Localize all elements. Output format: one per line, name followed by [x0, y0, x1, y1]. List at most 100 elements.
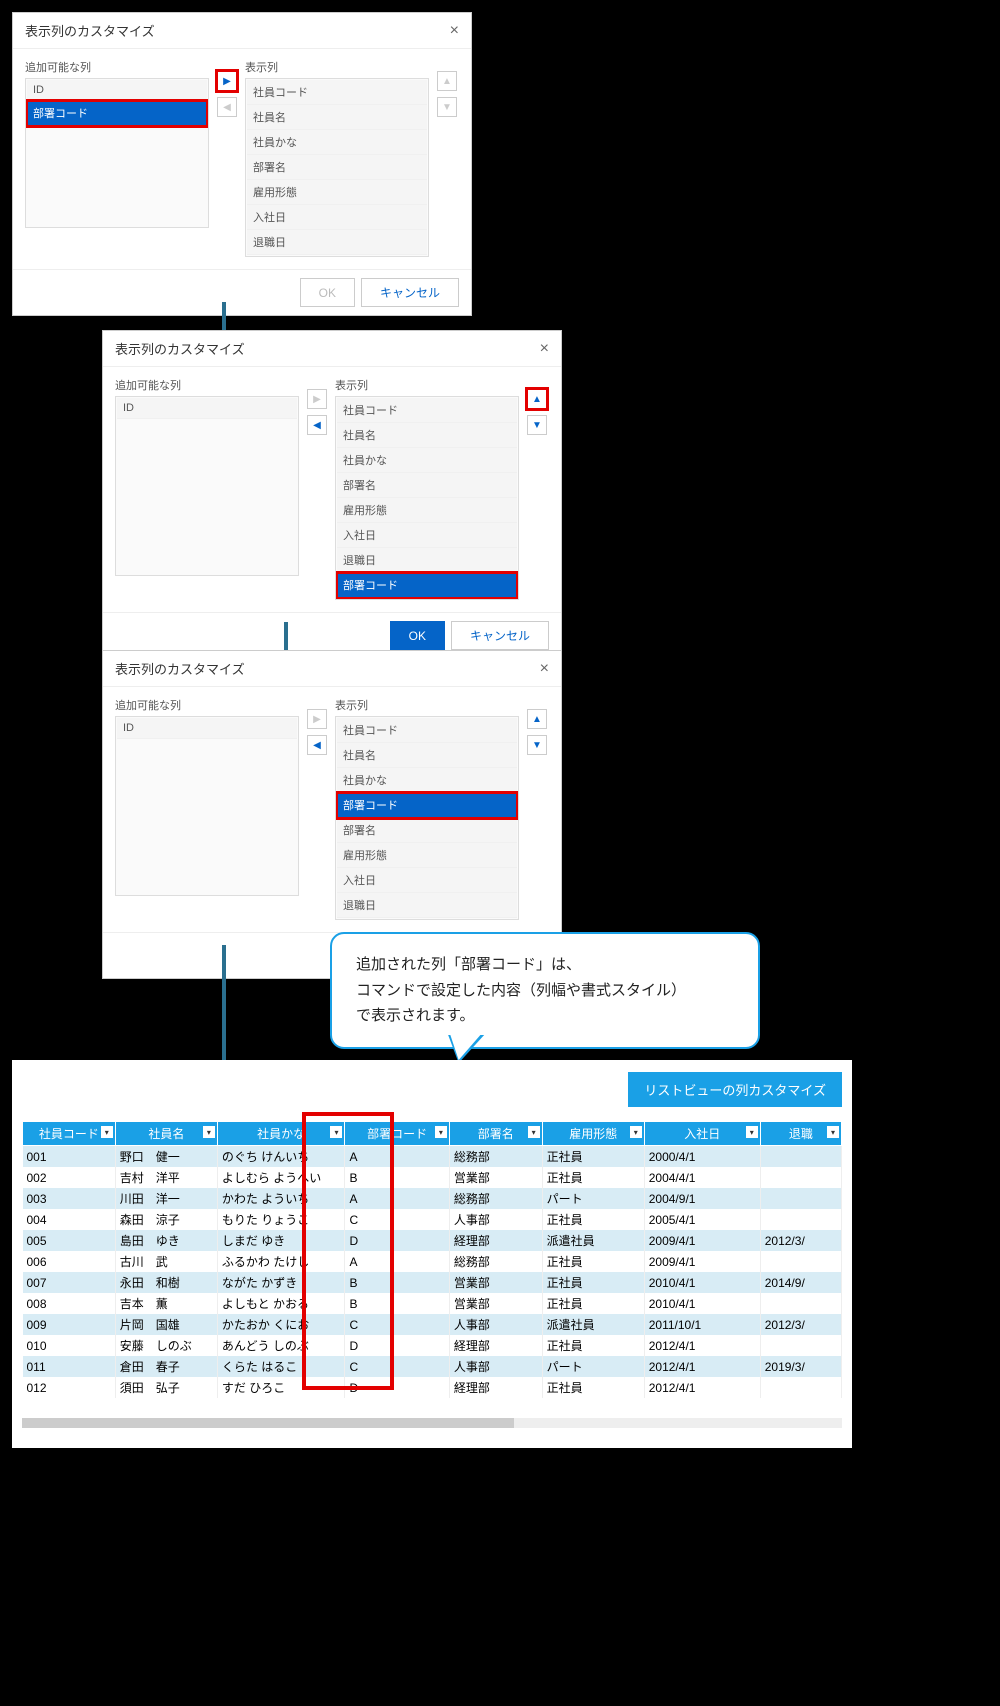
displayed-list[interactable]: 社員コード社員名社員かな部署名雇用形態入社日退職日部署コード: [335, 396, 519, 600]
filter-dropdown-icon[interactable]: ▾: [827, 1126, 839, 1138]
column-header[interactable]: 部署コード▾: [345, 1122, 449, 1146]
list-item[interactable]: ID: [27, 80, 207, 101]
table-row[interactable]: 004森田 涼子もりた りょうこC人事部正社員2005/4/1: [23, 1209, 842, 1230]
table-row[interactable]: 011倉田 春子くらた はるこC人事部パート2012/4/12019/3/: [23, 1356, 842, 1377]
cell: B: [345, 1293, 449, 1314]
horizontal-scrollbar[interactable]: [22, 1418, 842, 1428]
displayed-list[interactable]: 社員コード社員名社員かな部署名雇用形態入社日退職日: [245, 78, 429, 257]
available-list[interactable]: ID部署コード: [25, 78, 209, 228]
table-row[interactable]: 001野口 健一のぐち けんいちA総務部正社員2000/4/1: [23, 1146, 842, 1168]
list-item[interactable]: 社員かな: [337, 448, 517, 473]
list-item[interactable]: 部署コード: [337, 573, 517, 598]
cell: [760, 1251, 841, 1272]
close-icon[interactable]: ×: [540, 340, 549, 358]
list-item[interactable]: 雇用形態: [337, 498, 517, 523]
cancel-button[interactable]: キャンセル: [361, 278, 459, 307]
dialog-title: 表示列のカスタマイズ: [115, 659, 245, 678]
displayed-list[interactable]: 社員コード社員名社員かな部署コード部署名雇用形態入社日退職日: [335, 716, 519, 920]
table-row[interactable]: 009片岡 国雄かたおか くにおC人事部派遣社員2011/10/12012/3/: [23, 1314, 842, 1335]
customize-dialog-3: 表示列のカスタマイズ × 追加可能な列 ID ▶ ◀ 表示列 社員コード社員名社…: [102, 650, 562, 979]
list-item[interactable]: ID: [117, 718, 297, 739]
list-item[interactable]: 部署名: [247, 155, 427, 180]
list-item[interactable]: 社員名: [247, 105, 427, 130]
list-item[interactable]: 部署コード: [27, 101, 207, 126]
displayed-label: 表示列: [335, 697, 519, 713]
filter-dropdown-icon[interactable]: ▾: [528, 1126, 540, 1138]
cell: D: [345, 1335, 449, 1356]
filter-dropdown-icon[interactable]: ▾: [746, 1126, 758, 1138]
column-header[interactable]: 入社日▾: [644, 1122, 760, 1146]
filter-dropdown-icon[interactable]: ▾: [630, 1126, 642, 1138]
list-item[interactable]: 社員名: [337, 743, 517, 768]
list-item[interactable]: ID: [117, 398, 297, 419]
table-row[interactable]: 003川田 洋一かわた よういちA総務部パート2004/9/1: [23, 1188, 842, 1209]
move-down-icon[interactable]: ▼: [437, 97, 457, 117]
remove-icon[interactable]: ◀: [217, 97, 237, 117]
list-item[interactable]: 社員かな: [247, 130, 427, 155]
add-icon[interactable]: ▶: [307, 389, 327, 409]
move-down-icon[interactable]: ▼: [527, 415, 547, 435]
cell: 総務部: [449, 1188, 542, 1209]
list-item[interactable]: 雇用形態: [337, 843, 517, 868]
filter-dropdown-icon[interactable]: ▾: [435, 1126, 447, 1138]
close-icon[interactable]: ×: [540, 660, 549, 678]
dialog-title: 表示列のカスタマイズ: [25, 21, 155, 40]
table-row[interactable]: 008吉本 薫よしもと かおるB営業部正社員2010/4/1: [23, 1293, 842, 1314]
list-item[interactable]: 部署名: [337, 818, 517, 843]
column-header[interactable]: 退職▾: [760, 1122, 841, 1146]
cell: 営業部: [449, 1272, 542, 1293]
move-down-icon[interactable]: ▼: [527, 735, 547, 755]
move-up-icon[interactable]: ▲: [527, 389, 547, 409]
list-item[interactable]: 社員名: [337, 423, 517, 448]
table-row[interactable]: 006古川 武ふるかわ たけしA総務部正社員2009/4/1: [23, 1251, 842, 1272]
list-item[interactable]: 社員コード: [337, 718, 517, 743]
table-row[interactable]: 002吉村 洋平よしむら ようへいB営業部正社員2004/4/1: [23, 1167, 842, 1188]
cell: 須田 弘子: [115, 1377, 217, 1398]
remove-icon[interactable]: ◀: [307, 735, 327, 755]
filter-dropdown-icon[interactable]: ▾: [330, 1126, 342, 1138]
column-header[interactable]: 雇用形態▾: [542, 1122, 644, 1146]
move-up-icon[interactable]: ▲: [527, 709, 547, 729]
cancel-button[interactable]: キャンセル: [451, 621, 549, 650]
add-icon[interactable]: ▶: [217, 71, 237, 91]
list-item[interactable]: 社員コード: [337, 398, 517, 423]
column-header[interactable]: 社員コード▾: [23, 1122, 116, 1146]
ok-button[interactable]: OK: [390, 621, 445, 650]
cell: 2012/4/1: [644, 1335, 760, 1356]
list-item[interactable]: 雇用形態: [247, 180, 427, 205]
list-item[interactable]: 入社日: [337, 523, 517, 548]
list-item[interactable]: 入社日: [337, 868, 517, 893]
close-icon[interactable]: ×: [450, 22, 459, 40]
list-item[interactable]: 社員コード: [247, 80, 427, 105]
customize-columns-button[interactable]: リストビューの列カスタマイズ: [628, 1072, 842, 1107]
column-header[interactable]: 部署名▾: [449, 1122, 542, 1146]
cell: しまだ ゆき: [217, 1230, 345, 1251]
available-list[interactable]: ID: [115, 396, 299, 576]
cell: 経理部: [449, 1230, 542, 1251]
table-row[interactable]: 010安藤 しのぶあんどう しのぶD経理部正社員2012/4/1: [23, 1335, 842, 1356]
move-up-icon[interactable]: ▲: [437, 71, 457, 91]
table-row[interactable]: 005島田 ゆきしまだ ゆきD経理部派遣社員2009/4/12012/3/: [23, 1230, 842, 1251]
list-item[interactable]: 社員かな: [337, 768, 517, 793]
list-item[interactable]: 退職日: [337, 548, 517, 573]
cell: 2012/3/: [760, 1314, 841, 1335]
list-item[interactable]: 入社日: [247, 205, 427, 230]
list-item[interactable]: 退職日: [337, 893, 517, 918]
available-list[interactable]: ID: [115, 716, 299, 896]
cell: 2010/4/1: [644, 1293, 760, 1314]
table-row[interactable]: 007永田 和樹ながた かずきB営業部正社員2010/4/12014/9/: [23, 1272, 842, 1293]
column-header[interactable]: 社員名▾: [115, 1122, 217, 1146]
cell: 008: [23, 1293, 116, 1314]
list-item[interactable]: 部署名: [337, 473, 517, 498]
available-label: 追加可能な列: [115, 697, 299, 713]
cell: 003: [23, 1188, 116, 1209]
table-row[interactable]: 012須田 弘子すだ ひろこD経理部正社員2012/4/1: [23, 1377, 842, 1398]
add-icon[interactable]: ▶: [307, 709, 327, 729]
list-item[interactable]: 部署コード: [337, 793, 517, 818]
filter-dropdown-icon[interactable]: ▾: [203, 1126, 215, 1138]
column-header[interactable]: 社員かな▾: [217, 1122, 345, 1146]
ok-button[interactable]: OK: [300, 278, 355, 307]
remove-icon[interactable]: ◀: [307, 415, 327, 435]
filter-dropdown-icon[interactable]: ▾: [101, 1126, 113, 1138]
list-item[interactable]: 退職日: [247, 230, 427, 255]
